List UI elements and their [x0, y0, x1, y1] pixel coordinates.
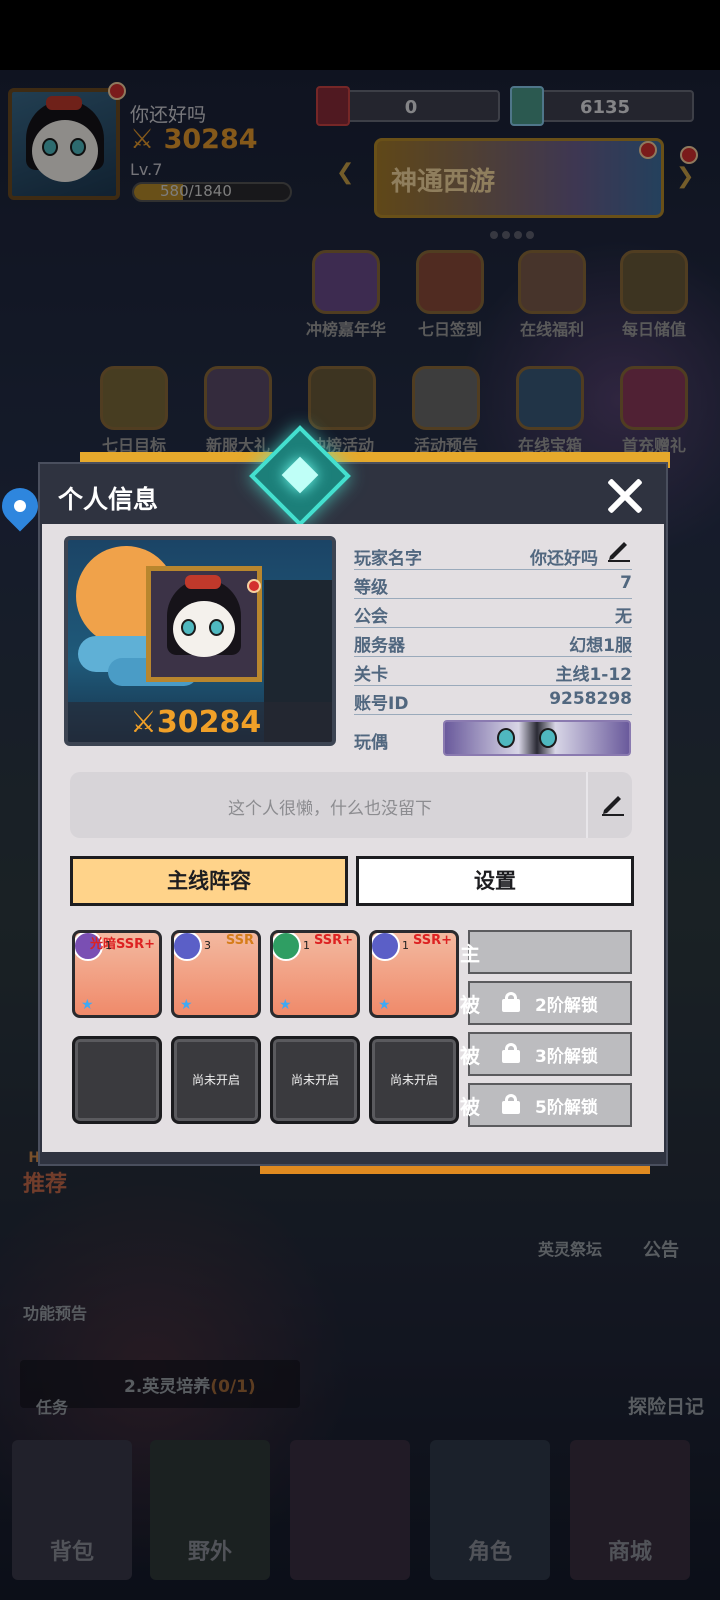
close-icon[interactable]	[604, 476, 644, 516]
dialog-title: 个人信息	[58, 485, 159, 514]
info-row-level: 等级 7	[354, 571, 632, 599]
profile-power: ⚔30284	[130, 705, 262, 740]
skill-slot-main[interactable]	[468, 930, 632, 974]
status-bar-area	[0, 0, 720, 70]
hero-rarity: SSR+	[313, 933, 353, 948]
notification-dot	[247, 579, 261, 593]
portrait-avatar-frame	[146, 566, 262, 682]
lock-icon	[502, 1094, 520, 1114]
lock-body	[502, 1050, 520, 1063]
profile-portrait-card[interactable]: ⚔30284	[64, 536, 336, 746]
tab-main-lineup[interactable]: 主线阵容	[70, 856, 348, 906]
lock-icon	[502, 992, 520, 1012]
info-value: 7	[620, 573, 632, 593]
hero-level: 1	[303, 939, 310, 952]
lock-body	[502, 1101, 520, 1114]
skill-label: 被	[460, 993, 480, 1017]
map-pin-hole	[14, 500, 26, 512]
star-icon: ★	[378, 997, 391, 1013]
locked-slot[interactable]: 尚未开启	[270, 1036, 360, 1124]
lock-icon	[502, 1043, 520, 1063]
tab-settings[interactable]: 设置	[356, 856, 634, 906]
hero-level: 1	[105, 939, 112, 952]
unlock-requirement: 5阶解锁	[535, 1098, 598, 1118]
profile-power-value: 30284	[156, 705, 262, 740]
hero-level: 3	[204, 939, 211, 952]
skill-label: 被	[460, 1095, 480, 1119]
bio-text: 这个人很懒，什么也没留下	[228, 799, 432, 819]
info-value: 9258298	[549, 689, 632, 709]
doll-eye-right	[539, 728, 557, 748]
faction-badge-icon	[273, 933, 301, 961]
star-icon: ★	[180, 997, 193, 1013]
bio-separator	[586, 772, 588, 838]
info-value: 幻想1服	[569, 636, 632, 656]
faction-badge-icon	[174, 933, 202, 961]
info-key: 公会	[354, 607, 388, 627]
edit-bio-pencil-icon[interactable]	[600, 790, 626, 816]
info-row-stage: 关卡 主线1-12	[354, 658, 632, 686]
info-value: 你还好吗	[530, 549, 598, 569]
star-icon: ★	[279, 997, 292, 1013]
empty-slot[interactable]	[72, 1036, 162, 1124]
unlock-requirement: 3阶解锁	[535, 1047, 598, 1067]
edit-name-pencil-icon[interactable]	[606, 536, 632, 562]
hero-card[interactable]: SSR+ 1 ★	[369, 930, 459, 1018]
info-row-server: 服务器 幻想1服	[354, 629, 632, 657]
info-key: 关卡	[354, 665, 388, 685]
info-key: 玩家名字	[354, 549, 422, 569]
info-key: 账号ID	[354, 694, 409, 714]
faction-badge-icon	[372, 933, 400, 961]
hero-rarity: SSR	[225, 933, 254, 948]
info-row-name: 玩家名字 你还好吗	[354, 542, 632, 570]
hero-card[interactable]: SSR+ 1 ★	[270, 930, 360, 1018]
hero-rarity: SSR+	[412, 933, 452, 948]
skill-label: 主	[460, 942, 480, 966]
locked-slot[interactable]: 尚未开启	[369, 1036, 459, 1124]
doll-eye-left	[497, 728, 515, 748]
locked-slot[interactable]: 尚未开启	[171, 1036, 261, 1124]
star-icon: ★	[81, 997, 94, 1013]
hero-card[interactable]: SSR 3 ★	[171, 930, 261, 1018]
info-row-guild: 公会 无	[354, 600, 632, 628]
info-value: 无	[615, 607, 632, 627]
info-value: 主线1-12	[555, 665, 632, 685]
hero-rarity: 光暗SSR+	[89, 937, 155, 952]
avatar-eye-left	[181, 619, 196, 636]
hero-level: 1	[402, 939, 409, 952]
info-key: 服务器	[354, 636, 405, 656]
skill-label: 被	[460, 1044, 480, 1068]
avatar-eye-right	[209, 619, 224, 636]
doll-label: 玩偶	[354, 733, 388, 753]
info-key: 等级	[354, 578, 388, 598]
hero-card[interactable]: 光暗SSR+ 1 ★	[72, 930, 162, 1018]
doll-preview[interactable]	[443, 720, 631, 756]
lock-body	[502, 999, 520, 1012]
unlock-requirement: 2阶解锁	[535, 996, 598, 1016]
avatar-bow	[185, 575, 221, 589]
info-row-account-id: 账号ID 9258298	[354, 687, 632, 715]
bio-field[interactable]: 这个人很懒，什么也没留下	[70, 772, 632, 838]
